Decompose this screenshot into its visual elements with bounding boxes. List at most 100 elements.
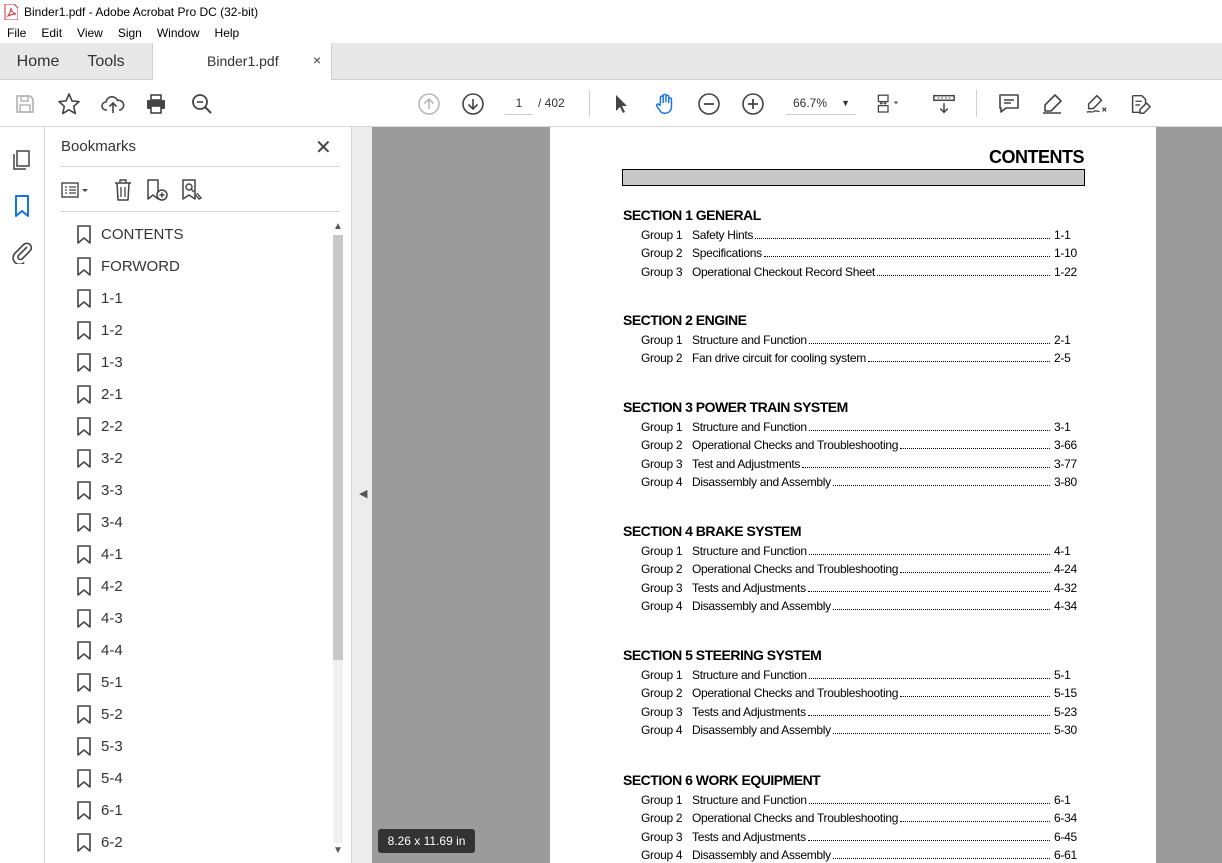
toc-entry[interactable]: Group 1 Structure and Function 4-1 [641, 542, 1078, 558]
zoom-value: 66.7% [793, 96, 828, 110]
zoom-in-icon[interactable] [741, 92, 765, 116]
menu-edit[interactable]: Edit [34, 23, 70, 43]
toc-entry[interactable]: Group 2 Operational Checks and Troublesho… [641, 436, 1078, 452]
edit-pdf-icon[interactable] [1128, 92, 1152, 116]
bookmark-item[interactable]: 5-2 [45, 699, 330, 731]
bookmarks-panel: Bookmarks ✕ CONTENTS FORWORD 1-1 1-2 1-3… [45, 127, 352, 863]
select-cursor-icon[interactable] [609, 92, 633, 116]
toc-entry[interactable]: Group 2 Specifications 1-10 [641, 244, 1078, 260]
toc-entry[interactable]: Group 1 Safety Hints 1-1 [641, 226, 1078, 242]
document-viewer[interactable]: ◀ CONTENTS SECTION 1 GENERAL Group 1 Safet… [352, 127, 1222, 863]
zoom-out-icon[interactable] [697, 92, 721, 116]
print-icon[interactable] [144, 92, 168, 116]
toc-page-number: 2-1 [1054, 333, 1071, 347]
page-fit-icon[interactable] [876, 92, 900, 116]
toc-page-number: 3-66 [1054, 438, 1077, 453]
delete-icon[interactable] [108, 177, 138, 203]
section-heading: SECTION 3 POWER TRAIN SYSTEM [623, 399, 848, 415]
bookmark-item[interactable]: 4-2 [45, 571, 330, 603]
bookmark-item[interactable]: 2-1 [45, 379, 330, 411]
menu-window[interactable]: Window [150, 23, 208, 43]
hand-icon[interactable] [653, 92, 677, 116]
bookmark-item[interactable]: 1-2 [45, 315, 330, 347]
page-total: / 402 [538, 96, 565, 110]
sign-icon[interactable] [1084, 92, 1108, 116]
bookmark-item[interactable]: 1-3 [45, 347, 330, 379]
toc-entry[interactable]: Group 1 Structure and Function 3-1 [641, 418, 1078, 434]
toc-entry[interactable]: Group 4 Disassembly and Assembly 6-61 [641, 846, 1078, 862]
attachment-icon[interactable] [10, 240, 34, 264]
toc-group-label: Group 3 [641, 264, 683, 279]
highlight-icon[interactable] [1040, 92, 1064, 116]
bookmark-item[interactable]: 4-1 [45, 539, 330, 571]
bookmark-item[interactable]: 3-4 [45, 507, 330, 539]
toc-entry[interactable]: Group 3 Tests and Adjustments 5-23 [641, 703, 1078, 719]
comment-icon[interactable] [997, 92, 1021, 116]
scroll-mode-icon[interactable] [932, 92, 956, 116]
toc-entry[interactable]: Group 2 Operational Checks and Troublesho… [641, 809, 1078, 825]
bookmark-item[interactable]: 3-3 [45, 475, 330, 507]
prev-page-icon[interactable] [417, 92, 441, 116]
leader-dots [832, 857, 1050, 859]
panel-collapse-handle[interactable]: ◀ [352, 127, 372, 863]
bookmark-item[interactable]: 2-2 [45, 411, 330, 443]
toc-page-number: 4-24 [1054, 562, 1077, 577]
star-icon[interactable] [57, 92, 81, 116]
toc-entry[interactable]: Group 2 Operational Checks and Troublesho… [641, 560, 1078, 576]
toc-page-number: 6-45 [1054, 829, 1077, 844]
bookmark-item[interactable]: 1-1 [45, 283, 330, 315]
scroll-up-icon[interactable]: ▲ [333, 221, 343, 232]
toc-entry[interactable]: Group 4 Disassembly and Assembly 5-30 [641, 721, 1078, 737]
tab-document[interactable]: Binder1.pdf × [152, 43, 332, 81]
bookmark-item[interactable]: FORWORD [45, 251, 330, 283]
scroll-thumb[interactable] [333, 235, 343, 660]
bookmark-item[interactable]: 6-2 [45, 827, 330, 859]
toc-entry[interactable]: Group 2 Fan drive circuit for cooling sys… [641, 349, 1078, 365]
close-icon[interactable]: ✕ [315, 135, 332, 160]
bookmark-item[interactable]: 4-3 [45, 603, 330, 635]
toc-entry[interactable]: Group 4 Disassembly and Assembly 3-80 [641, 473, 1078, 489]
bookmark-scrollbar[interactable]: ▲ ▼ [330, 219, 346, 859]
scroll-down-icon[interactable]: ▼ [333, 845, 343, 856]
toc-entry[interactable]: Group 4 Disassembly and Assembly 4-34 [641, 597, 1078, 613]
page-thumbnails-icon[interactable] [10, 148, 34, 172]
next-page-icon[interactable] [461, 92, 485, 116]
bookmark-panel-icon[interactable] [10, 194, 34, 218]
upload-icon[interactable] [101, 92, 125, 116]
toc-entry[interactable]: Group 2 Operational Checks and Troublesho… [641, 684, 1078, 700]
bookmark-item[interactable]: 6-1 [45, 795, 330, 827]
save-icon[interactable] [13, 92, 37, 116]
toc-entry[interactable]: Group 1 Structure and Function 2-1 [641, 331, 1078, 347]
tab-close-icon[interactable]: × [313, 52, 321, 68]
bookmarks-title: Bookmarks [61, 138, 137, 155]
bookmark-item[interactable]: 4-4 [45, 635, 330, 667]
bookmark-item[interactable]: CONTENTS [45, 219, 330, 251]
menu-sign[interactable]: Sign [111, 23, 150, 43]
tab-home[interactable]: Home [0, 43, 76, 80]
toc-group-label: Group 1 [641, 333, 683, 347]
toc-entry[interactable]: Group 3 Operational Checkout Record Sheet… [641, 263, 1078, 279]
bookmark-item[interactable]: 5-1 [45, 667, 330, 699]
toc-entry[interactable]: Group 3 Tests and Adjustments 6-45 [641, 828, 1078, 844]
leader-dots [802, 466, 1050, 468]
bookmark-icon [77, 449, 91, 468]
new-bookmark-icon[interactable] [143, 177, 173, 203]
menu-view[interactable]: View [70, 23, 111, 43]
bookmark-item[interactable]: 3-2 [45, 443, 330, 475]
search-zoom-icon[interactable] [190, 92, 214, 116]
search-bookmark-icon[interactable] [178, 177, 208, 203]
toc-entry[interactable]: Group 1 Structure and Function 6-1 [641, 791, 1078, 807]
current-page-input[interactable]: 1 [505, 91, 533, 115]
menu-file[interactable]: File [0, 23, 34, 43]
leader-dots [807, 839, 1050, 841]
tab-tools[interactable]: Tools [76, 43, 136, 80]
menu-help[interactable]: Help [208, 23, 248, 43]
bookmark-item[interactable]: 5-4 [45, 763, 330, 795]
toc-entry[interactable]: Group 3 Test and Adjustments 3-77 [641, 455, 1078, 471]
leader-dots [807, 714, 1050, 716]
toc-entry[interactable]: Group 1 Structure and Function 5-1 [641, 666, 1078, 682]
bookmark-item[interactable]: 5-3 [45, 731, 330, 763]
bookmark-options-icon[interactable] [59, 177, 89, 203]
toc-entry[interactable]: Group 3 Tests and Adjustments 4-32 [641, 579, 1078, 595]
zoom-select[interactable]: 66.7% ▼ [786, 91, 856, 115]
